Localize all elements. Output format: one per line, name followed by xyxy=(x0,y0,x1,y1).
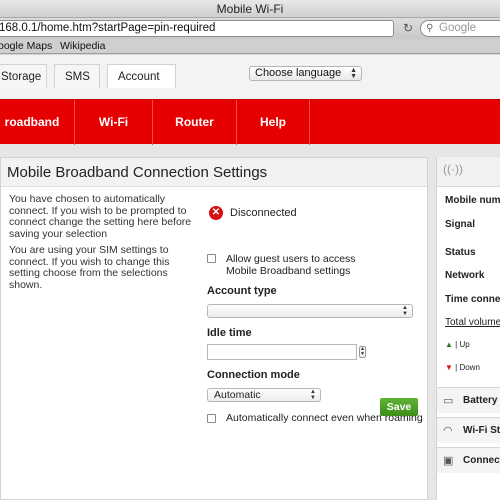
connected-devices-label: Connect xyxy=(463,455,500,466)
info-sim-settings: You are using your SIM settings to conne… xyxy=(9,244,170,291)
info-auto-connect: You have chosen to automatically connect… xyxy=(9,193,192,240)
connection-mode-label: Connection mode xyxy=(207,369,300,381)
page: Storage SMS Account Choose language ▲ ▼ r… xyxy=(0,55,500,500)
language-select[interactable]: Choose language ▲ ▼ xyxy=(249,66,362,81)
page-title: Mobile Broadband Connection Settings xyxy=(7,164,268,181)
top-nav: Storage SMS Account Choose language ▲ ▼ xyxy=(0,55,500,99)
nav-wifi[interactable]: Wi-Fi xyxy=(75,100,153,145)
upload-label: | Up xyxy=(455,340,470,349)
nav-mobile-broadband[interactable]: roadband xyxy=(0,100,75,145)
window-title: Mobile Wi-Fi xyxy=(0,0,500,18)
account-type-label: Account type xyxy=(207,285,277,297)
bookmark-wikipedia[interactable]: Wikipedia xyxy=(60,39,106,53)
idle-time-stepper[interactable]: ▲ ▼ xyxy=(359,346,366,358)
upload-stat: ▲ | Up xyxy=(445,340,470,349)
idle-time-input[interactable] xyxy=(207,344,357,360)
sidebar-header: ((·)) xyxy=(437,157,500,187)
sidebar-battery[interactable]: ▭ Battery xyxy=(437,387,500,413)
bookmarks-bar: oogle Maps Wikipedia xyxy=(0,39,500,54)
sidebar-row-network: Network xyxy=(445,270,485,281)
address-bar[interactable]: 168.0.1/home.htm?startPage=pin-required xyxy=(0,20,394,37)
guest-access-checkbox[interactable] xyxy=(207,254,216,263)
account-type-select[interactable]: ▲ ▼ xyxy=(207,304,413,318)
divider xyxy=(1,186,427,187)
monitor-icon: ▣ xyxy=(443,455,454,467)
nav-router[interactable]: Router xyxy=(153,100,237,145)
connection-mode-value: Automatic xyxy=(214,389,261,401)
settings-panel: Mobile Broadband Connection Settings You… xyxy=(0,157,428,500)
tab-account[interactable]: Account xyxy=(107,64,176,88)
language-select-value: Choose language xyxy=(255,67,342,79)
battery-label: Battery xyxy=(463,395,498,406)
status-sidebar: ((·)) Mobile numb Signal Status Network … xyxy=(436,157,500,500)
download-stat: ▼ | Down xyxy=(445,363,480,372)
tab-storage[interactable]: Storage xyxy=(0,64,47,88)
info-text: You have chosen to automatically connect… xyxy=(9,193,197,296)
idle-time-label: Idle time xyxy=(207,327,252,339)
main-nav: roadband Wi-Fi Router Help xyxy=(0,99,500,145)
guest-access-label: Allow guest users to access Mobile Broad… xyxy=(226,253,356,277)
sidebar-row-mobile-number: Mobile numb xyxy=(445,195,500,206)
search-input[interactable]: ⚲ Google xyxy=(420,20,500,37)
download-label: | Down xyxy=(455,363,480,372)
down-arrow-icon: ▼ xyxy=(445,363,453,372)
connection-mode-select[interactable]: Automatic ▲ ▼ xyxy=(207,388,321,402)
tab-sms[interactable]: SMS xyxy=(54,64,100,88)
total-volume-link[interactable]: Total volume xyxy=(445,317,500,328)
reload-icon[interactable]: ↻ xyxy=(401,21,415,35)
select-arrows-icon: ▲ ▼ xyxy=(350,67,357,80)
select-arrows-icon: ▲ ▼ xyxy=(402,305,408,317)
sidebar-row-signal: Signal xyxy=(445,219,476,230)
sidebar-connected-devices[interactable]: ▣ Connect xyxy=(437,447,500,473)
browser-toolbar: 168.0.1/home.htm?startPage=pin-required … xyxy=(0,18,500,39)
antenna-icon: ((·)) xyxy=(443,162,463,176)
sidebar-row-time-connected: Time connec xyxy=(445,294,500,305)
disconnected-icon: ✕ xyxy=(209,206,223,220)
sidebar-wifi-status[interactable]: ◠ Wi-Fi Sta xyxy=(437,417,500,443)
search-placeholder: Google xyxy=(439,22,477,34)
wifi-icon: ◠ xyxy=(443,425,453,437)
status-text: Disconnected xyxy=(230,207,297,219)
sidebar-row-status: Status xyxy=(445,247,476,258)
wifi-status-label: Wi-Fi Sta xyxy=(463,425,500,436)
up-arrow-icon: ▲ xyxy=(445,340,453,349)
save-button[interactable]: Save xyxy=(380,398,418,416)
search-icon: ⚲ xyxy=(426,23,434,34)
bookmark-google-maps[interactable]: oogle Maps xyxy=(0,39,52,53)
roaming-checkbox[interactable] xyxy=(207,414,216,423)
nav-help[interactable]: Help xyxy=(237,100,310,145)
select-arrows-icon: ▲ ▼ xyxy=(310,389,316,401)
battery-icon: ▭ xyxy=(443,395,454,407)
